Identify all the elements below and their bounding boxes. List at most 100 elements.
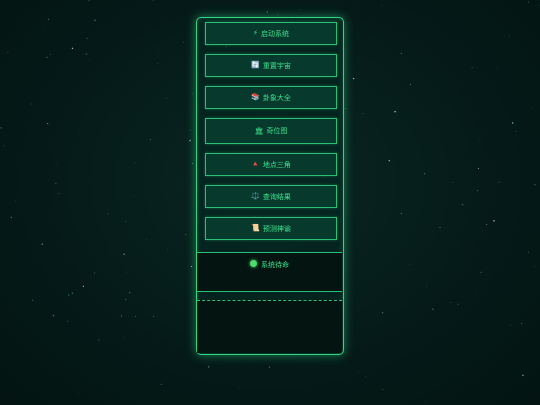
star: [166, 97, 168, 99]
star: [534, 184, 536, 186]
star: [58, 193, 60, 195]
star: [3, 145, 5, 147]
star: [520, 322, 523, 325]
star: [381, 312, 384, 314]
position-map-button[interactable]: 🏛 奇位图: [205, 118, 337, 144]
star: [86, 37, 88, 39]
position-map-label: 奇位图: [266, 127, 288, 135]
star: [527, 251, 529, 253]
star: [189, 141, 191, 143]
status-text: 系统待命: [261, 261, 289, 269]
star: [160, 383, 162, 385]
star: [47, 123, 49, 125]
star: [530, 106, 532, 108]
star: [166, 248, 168, 250]
star: [120, 315, 123, 317]
star: [511, 122, 514, 124]
star: [424, 401, 426, 402]
star: [190, 129, 191, 131]
star: [353, 2, 354, 4]
star: [55, 182, 57, 185]
star: [400, 213, 402, 215]
star: [89, 59, 91, 61]
books-icon: 📚: [251, 93, 260, 101]
star: [207, 366, 210, 368]
star: [56, 163, 58, 165]
start-system-button[interactable]: ⚡ 启动系统: [205, 22, 337, 45]
star: [477, 167, 479, 169]
query-results-button[interactable]: ⚖️ 查询结果: [205, 185, 337, 208]
star: [476, 190, 478, 192]
star: [71, 47, 74, 50]
star: [71, 292, 73, 294]
star: [191, 162, 194, 165]
star: [496, 67, 498, 69]
star: [538, 5, 540, 7]
star: [66, 320, 69, 323]
scales-icon: ⚖️: [251, 192, 260, 200]
reset-universe-button[interactable]: 🔄 重置宇宙: [205, 54, 337, 77]
star: [358, 371, 359, 373]
star: [450, 301, 452, 304]
star: [82, 285, 85, 288]
star: [157, 49, 159, 51]
star: [150, 139, 152, 141]
reset-universe-label: 重置宇宙: [262, 61, 291, 70]
status-indicator-dot: [250, 260, 257, 267]
refresh-icon: 🔄: [251, 61, 260, 69]
star: [394, 110, 396, 113]
prophecy-oracle-button[interactable]: 📜 预测神谕: [205, 217, 337, 240]
start-system-label: 启动系统: [260, 29, 289, 38]
star: [476, 291, 477, 293]
star: [486, 223, 488, 225]
output-log-area[interactable]: [197, 300, 342, 353]
star: [94, 272, 96, 274]
star: [157, 62, 158, 64]
star: [352, 77, 355, 80]
star: [50, 53, 52, 55]
hexagram-encyclopedia-button[interactable]: 📚 卦象大全: [205, 86, 337, 109]
star: [482, 229, 484, 231]
query-results-label: 查询结果: [262, 192, 291, 201]
star: [344, 108, 346, 109]
star: [98, 339, 100, 341]
star: [125, 299, 127, 301]
star: [41, 243, 44, 245]
star: [382, 388, 384, 391]
star: [125, 221, 127, 223]
star: [409, 264, 411, 265]
star: [266, 11, 268, 13]
star: [135, 315, 137, 317]
star: [522, 374, 524, 377]
star: [461, 203, 464, 206]
star: [191, 92, 193, 94]
hexagram-encyclopedia-label: 卦象大全: [262, 93, 291, 102]
star: [508, 35, 510, 37]
star: [46, 56, 48, 58]
star: [528, 1, 530, 3]
star: [133, 195, 135, 196]
lightning-icon: ⚡: [253, 29, 258, 37]
star: [493, 220, 495, 222]
star: [189, 139, 191, 142]
star: [94, 19, 96, 22]
star: [146, 239, 147, 240]
star: [88, 0, 90, 2]
star: [30, 103, 32, 105]
triangle-icon: 🔺: [251, 160, 260, 168]
star: [410, 84, 412, 86]
star: [534, 266, 536, 268]
star: [515, 131, 517, 133]
app-window: ⚡ 启动系统 🔄 重置宇宙 📚 卦象大全 🏛 奇位图 🔺 地点三角 ⚖️ 查询结…: [0, 0, 540, 405]
star: [126, 271, 128, 273]
location-triangle-label: 地点三角: [262, 160, 291, 169]
star: [381, 4, 383, 6]
star: [452, 181, 454, 184]
star: [498, 181, 501, 183]
location-triangle-button[interactable]: 🔺 地点三角: [205, 153, 337, 176]
star: [48, 18, 50, 20]
star: [10, 216, 13, 219]
temple-icon: 🏛: [254, 126, 264, 135]
star: [268, 366, 271, 368]
star: [439, 226, 441, 228]
